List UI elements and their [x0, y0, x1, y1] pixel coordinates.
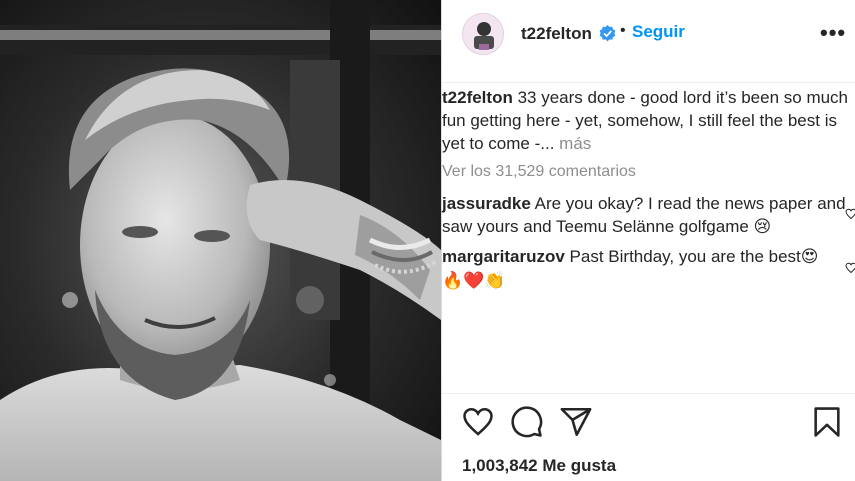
avatar-illustration: [463, 14, 503, 54]
comment: margaritaruzov Past Birthday, you are th…: [442, 245, 846, 293]
heart-eyes-emoji: 😍: [800, 247, 819, 267]
caption-more-link[interactable]: más: [559, 134, 591, 153]
follow-button[interactable]: Seguir: [632, 22, 685, 42]
fire-heart-clap-emoji: 🔥❤️👏: [442, 271, 506, 291]
heart-icon[interactable]: [461, 405, 495, 439]
share-icon[interactable]: [559, 405, 593, 439]
post-username[interactable]: t22felton: [521, 24, 592, 44]
comment-icon[interactable]: [510, 405, 544, 439]
header-divider: [442, 82, 855, 83]
comment-username[interactable]: jassuradke: [442, 194, 531, 213]
header-separator: •: [620, 22, 626, 39]
verified-badge-icon: [599, 25, 616, 42]
caption-ellipsis: ...: [540, 134, 560, 153]
portrait-illustration: [0, 0, 441, 481]
like-count[interactable]: 1,003,842 Me gusta: [462, 456, 616, 476]
crying-face-emoji: 😢: [753, 217, 772, 237]
post-header: t22felton • Seguir •••: [442, 0, 855, 70]
bookmark-icon[interactable]: [810, 405, 844, 439]
comment-like-heart-icon[interactable]: [845, 262, 855, 274]
more-options-icon[interactable]: •••: [820, 20, 846, 46]
caption-username[interactable]: t22felton: [442, 88, 513, 107]
actions-divider: [442, 393, 855, 394]
avatar[interactable]: [462, 13, 504, 55]
post-caption: t22felton 33 years done - good lord it’s…: [442, 86, 855, 155]
comment-username[interactable]: margaritaruzov: [442, 247, 565, 266]
comment-like-heart-icon[interactable]: [845, 208, 855, 220]
action-bar: [442, 405, 855, 449]
comment: jassuradke Are you okay? I read the news…: [442, 192, 846, 239]
post-photo: [0, 0, 441, 481]
view-all-comments-link[interactable]: Ver los 31,529 comentarios: [442, 163, 636, 181]
post-panel: t22felton • Seguir ••• t22felton 33 year…: [442, 0, 855, 481]
comment-text: Past Birthday, you are the best: [564, 247, 801, 266]
